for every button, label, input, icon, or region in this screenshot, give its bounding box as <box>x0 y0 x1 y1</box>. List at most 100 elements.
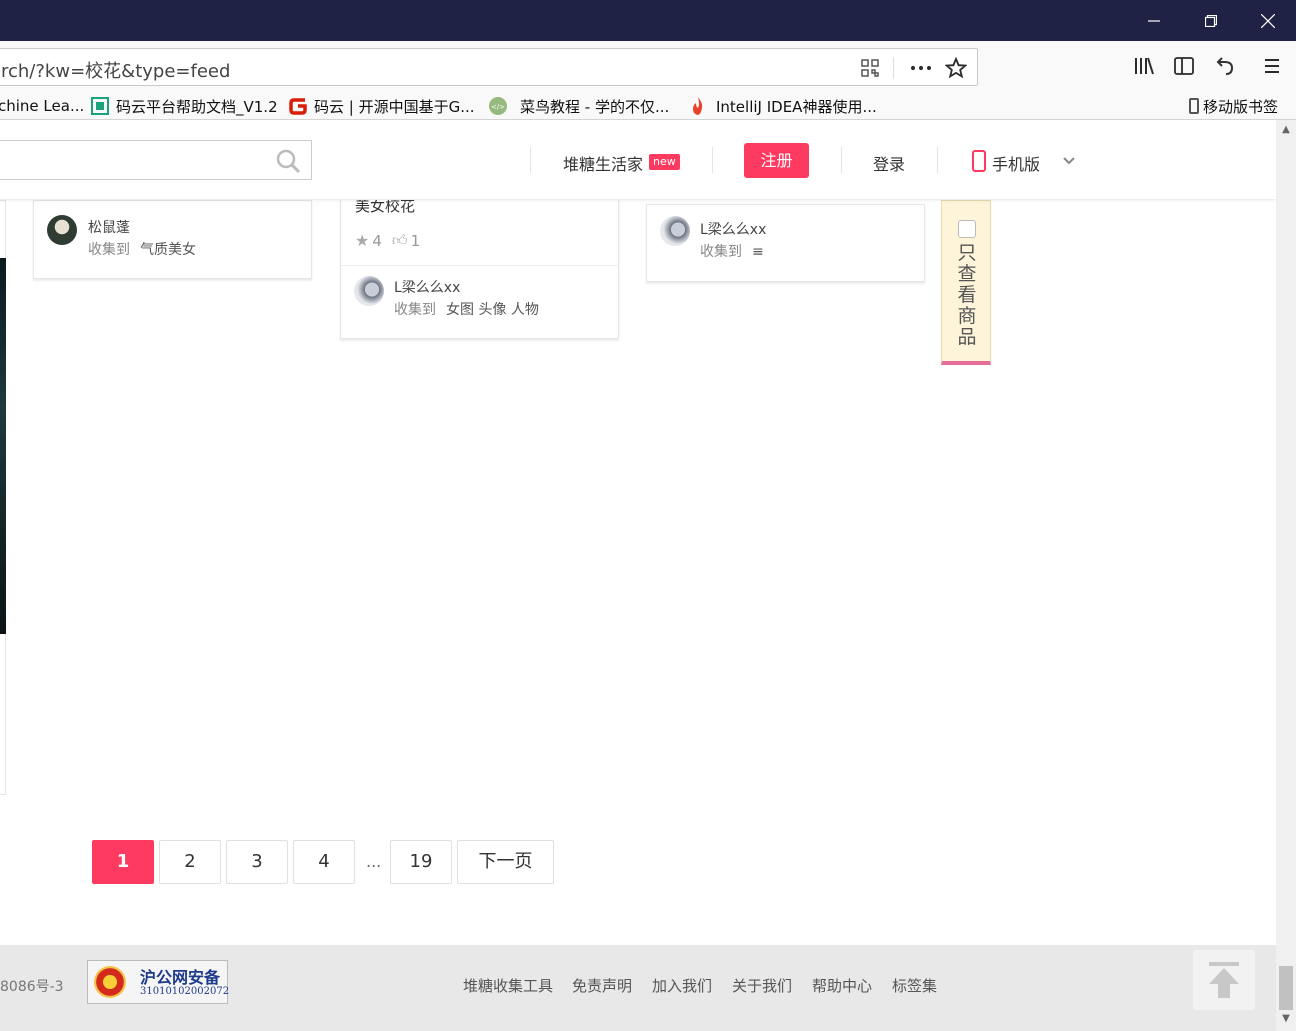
page-scrollbar[interactable] <box>1276 120 1296 1031</box>
like-count: 1 <box>410 231 421 250</box>
avatar[interactable] <box>660 216 690 246</box>
back-to-top-button[interactable] <box>1193 950 1255 1010</box>
back-arrow-icon[interactable] <box>1212 54 1236 78</box>
page-viewport: 松鼠蓬 收集到 气质美女 美女校花 ★ 4 👍︎ 1 L梁么么xx 收集到 女图 头像 … <box>0 120 1276 1031</box>
header-divider <box>530 147 531 173</box>
restore-button[interactable] <box>1183 0 1239 41</box>
goods-only-label: 只查看商品 <box>957 242 977 348</box>
police-record-badge[interactable]: 沪公网安备 31010102002072 <box>87 960 230 1004</box>
page-button-4[interactable]: 4 <box>293 840 355 884</box>
header-divider <box>937 147 938 173</box>
card-username[interactable]: 松鼠蓬 <box>88 217 130 237</box>
card-username[interactable]: L梁么么xx <box>394 277 460 297</box>
police-badge-number: 31010102002072 <box>140 986 230 997</box>
new-badge: new <box>649 154 680 170</box>
feed-card[interactable]: 松鼠蓬 收集到 气质美女 <box>33 200 312 279</box>
star-icon[interactable]: ★ <box>355 231 369 250</box>
runoob-logo-icon: </> <box>488 97 508 115</box>
card-stats: ★ 4 👍︎ 1 <box>355 231 420 250</box>
library-icon[interactable] <box>1132 54 1156 78</box>
footer-link[interactable]: 堆糖收集工具 <box>463 975 553 996</box>
page-button-2[interactable]: 2 <box>159 840 221 884</box>
feed-card[interactable]: 美女校花 ★ 4 👍︎ 1 L梁么么xx 收集到 女图 头像 人物 <box>340 190 619 339</box>
qr-code-icon[interactable] <box>859 57 881 79</box>
url-text[interactable]: rch/?kw=校花&type=feed <box>1 57 230 83</box>
window-titlebar <box>0 0 1296 41</box>
avatar[interactable] <box>47 215 77 245</box>
close-icon <box>1261 13 1275 28</box>
sidebar-icon[interactable] <box>1172 54 1196 78</box>
collect-tag[interactable]: 女图 头像 人物 <box>446 302 539 318</box>
bookmark-label: chine Lea... <box>0 97 85 115</box>
restore-icon <box>1205 14 1217 27</box>
footer-link[interactable]: 加入我们 <box>652 975 712 996</box>
url-bar[interactable]: rch/?kw=校花&type=feed <box>0 48 978 86</box>
card-collect-info: 收集到 女图 头像 人物 <box>394 299 539 319</box>
header-divider <box>712 147 713 173</box>
login-link[interactable]: 登录 <box>873 151 905 175</box>
thumbs-up-icon[interactable]: 👍︎ <box>392 231 408 250</box>
page-button-1[interactable]: 1 <box>92 840 154 884</box>
collect-tag[interactable]: 气质美女 <box>140 242 196 258</box>
page-button-3[interactable]: 3 <box>226 840 288 884</box>
goods-only-filter[interactable]: 只查看商品 <box>941 200 991 365</box>
page-button-last[interactable]: 19 <box>390 840 452 884</box>
star-count: 4 <box>372 231 382 250</box>
mobile-phone-icon <box>1189 98 1199 114</box>
left-partial-image[interactable] <box>0 258 6 634</box>
police-emblem-icon <box>94 966 126 998</box>
bookmarks-bar: chine Lea... 码云平台帮助文档_V1.2 码云 | 开源中国基于G.… <box>0 91 1296 120</box>
site-header: 堆糖生活家 new 注册 登录 手机版 <box>0 120 1276 200</box>
footer-link[interactable]: 标签集 <box>892 975 937 996</box>
life-home-link[interactable]: 堆糖生活家 <box>563 151 643 175</box>
bookmark-label: IntelliJ IDEA神器使用... <box>716 97 877 116</box>
menu-icon[interactable] <box>1260 54 1284 78</box>
url-divider <box>893 57 894 79</box>
scrollbar-thumb[interactable] <box>1279 966 1293 1010</box>
next-page-button[interactable]: 下一页 <box>457 840 554 884</box>
collect-label: 收集到 <box>88 242 130 258</box>
gitee-doc-icon <box>90 97 110 115</box>
card-collect-info: 收集到 ≡ <box>700 241 764 261</box>
register-button[interactable]: 注册 <box>744 143 809 178</box>
bookmark-item[interactable]: </> 菜鸟教程 - 学的不仅... <box>488 95 669 117</box>
feed-card[interactable]: L梁么么xx 收集到 ≡ <box>646 204 925 282</box>
minimize-button[interactable] <box>1126 0 1182 41</box>
footer-link[interactable]: 关于我们 <box>732 975 792 996</box>
minimize-icon <box>1148 19 1160 22</box>
mobile-phone-icon <box>972 150 986 172</box>
site-footer: 8086号-3 沪公网安备 31010102002072 堆糖收集工具 免责声明… <box>0 945 1276 1031</box>
mobile-bookmarks-label: 移动版书签 <box>1203 97 1279 116</box>
close-button[interactable] <box>1240 0 1296 41</box>
card-username[interactable]: L梁么么xx <box>700 219 766 239</box>
bookmark-item[interactable]: IntelliJ IDEA神器使用... <box>688 95 877 117</box>
arrow-up-to-top-icon <box>1209 962 1239 998</box>
avatar[interactable] <box>354 276 384 306</box>
collect-label: 收集到 <box>700 244 742 260</box>
icp-number: 8086号-3 <box>0 979 64 995</box>
page-actions-icon[interactable] <box>908 57 934 79</box>
police-badge-title: 沪公网安备 <box>140 968 221 987</box>
mobile-version-link[interactable]: 手机版 <box>992 151 1040 175</box>
collect-label: 收集到 <box>394 302 436 318</box>
goods-only-checkbox[interactable] <box>958 220 976 238</box>
bookmark-label: 码云平台帮助文档_V1.2 <box>116 97 278 116</box>
header-divider <box>841 147 842 173</box>
chevron-down-icon[interactable] <box>1062 153 1076 167</box>
collect-tag[interactable]: ≡ <box>752 244 764 260</box>
bookmark-item[interactable]: 码云 | 开源中国基于G... <box>288 95 475 117</box>
bookmark-item[interactable]: 码云平台帮助文档_V1.2 <box>90 95 278 117</box>
site-search-input[interactable] <box>0 140 312 180</box>
gitee-logo-icon <box>288 97 308 115</box>
scroll-down-arrow-icon[interactable]: ▼ <box>1281 1014 1291 1024</box>
bookmark-label: 码云 | 开源中国基于G... <box>314 97 475 116</box>
bookmark-star-icon[interactable] <box>944 56 968 80</box>
flame-icon <box>688 97 708 115</box>
mobile-bookmarks[interactable]: 移动版书签 <box>1189 95 1278 117</box>
footer-link[interactable]: 帮助中心 <box>812 975 872 996</box>
card-divider <box>341 265 618 266</box>
search-icon[interactable] <box>275 148 301 174</box>
footer-link[interactable]: 免责声明 <box>572 975 632 996</box>
scroll-up-arrow-icon[interactable]: ▲ <box>1281 125 1291 135</box>
bookmark-item[interactable]: chine Lea... <box>0 95 84 117</box>
